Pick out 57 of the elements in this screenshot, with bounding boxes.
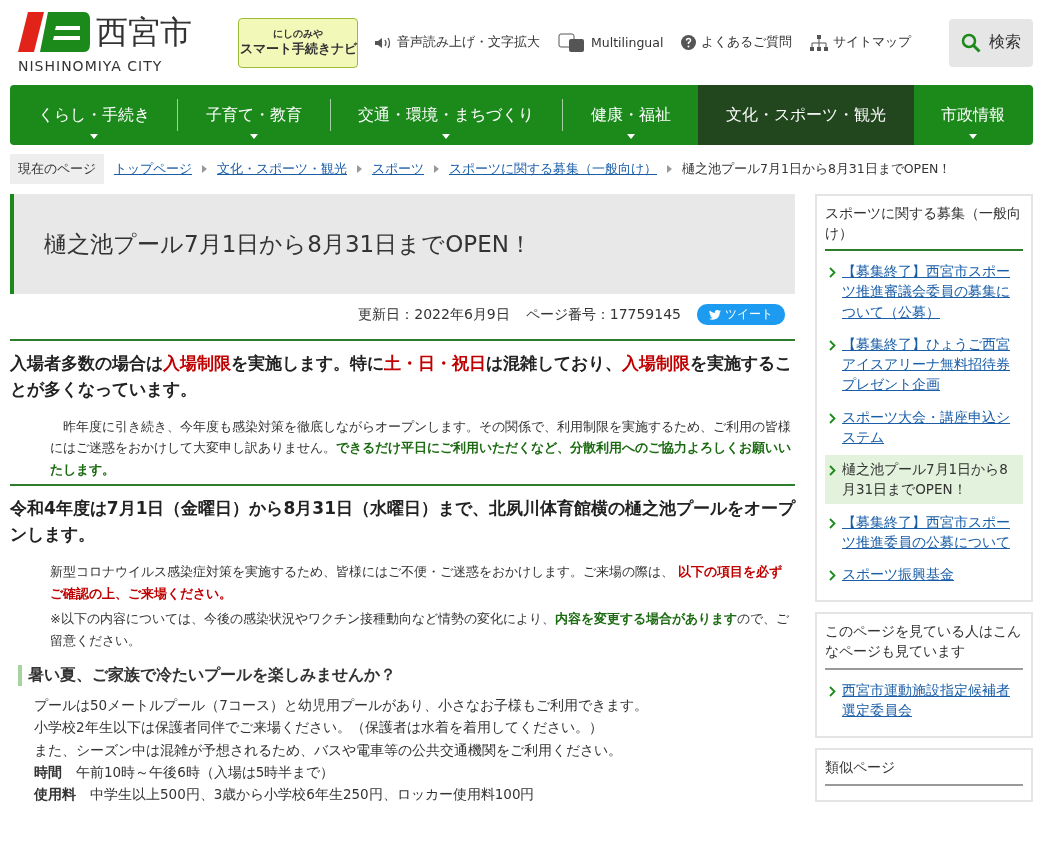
sidebar-panel-title: スポーツに関する募集（一般向け） [825,204,1023,252]
text-line: プールは50メートルプール（7コース）と幼児用プールがあり、小さなお子様もご利用できます。 [33,696,649,716]
chevron-icon [829,412,836,424]
breadcrumb-arrow-icon [434,165,439,173]
page-title: 樋之池プール7月1日から8月31日までOPEN！ [10,194,795,294]
speaker-icon [374,36,392,49]
nav-tab[interactable]: 健康・福祉 [563,85,699,145]
city-name: 西宮市 [96,15,192,48]
text-line: 小学校2年生以下は保護者同伴でご来場ください。（保護者は水着を着用してください。） [33,718,604,738]
chevron-icon [829,685,836,697]
chevron-icon [829,570,836,582]
paragraph: 昨年度に引き続き、今年度も感染対策を徹底しながらオープンします。その関係で、利用制限を実施するため、ご利用の皆様にはご迷惑をおかけして大変申し訳ありません。できるだけ平日にご利用いただくなど、分散利用へのご協力よろしくお願いいたします。 [49,418,792,479]
smart-procedure-navi-banner[interactable]: にしのみや スマート手続きナビ [238,17,358,68]
utility-link[interactable]: サイトマップ [810,34,912,51]
sidebar-panel-title: このページを見ている人はこんなページも見ています [825,622,1023,670]
translate-icon [558,32,586,53]
breadcrumb-link[interactable]: スポーツに関する募集（一般向け） [449,160,657,178]
nav-tab[interactable]: 市政情報 [913,85,1033,145]
section-heading: 入場者多数の場合は入場制限を実施します。特に土・日・祝日は混雑しており、入場制限を実施することが多くなっています。 [10,339,795,402]
sitemap-icon [810,34,829,51]
updated-date: 更新日：2022年6月9日 [358,305,510,324]
nav-tab[interactable]: 文化・スポーツ・観光 [698,85,914,145]
breadcrumb-link[interactable]: スポーツ [372,160,424,178]
info-line: 使用料 中学生以上500円、3歳から小学校6年生250円、ロッカー使用料100円 [33,785,536,805]
section-heading: 令和4年度は7月1日（金曜日）から8月31日（水曜日）まで、北夙川体育館横の樋之池プールをオープンします。 [10,484,795,548]
page-number: ページ番号：17759145 [525,305,681,324]
chevron-icon [829,339,836,351]
info-line: 時間 午前10時～午後6時（入場は5時半まで） [33,762,336,782]
breadcrumb-label: 現在のページ [10,154,104,184]
breadcrumb-arrow-icon [202,165,207,173]
utility-link[interactable]: 音声読み上げ・文字拡大 [374,34,540,51]
sidebar-link[interactable]: 樋之池プール7月1日から8月31日までOPEN！ [825,455,1023,504]
breadcrumb-arrow-icon [357,165,362,173]
breadcrumb-link[interactable]: トップページ [114,160,192,178]
utility-link[interactable]: よくあるご質問 [681,34,793,51]
subsection-heading: 暑い夏、ご家族で冷たいプールを楽しみませんか？ [18,665,795,687]
nav-tab[interactable]: 子育て・教育 [178,85,330,145]
nav-tab[interactable]: くらし・手続き [10,85,178,145]
sidebar-link[interactable]: スポーツ振興基金 [825,560,1023,589]
search-icon [961,32,981,53]
nav-tab[interactable]: 交通・環境・まちづくり [330,85,562,145]
help-icon [681,35,697,50]
paragraph: 新型コロナウイルス感染症対策を実施するため、皆様にはご不便・ご迷惑をおかけします。ご来場の際は、 以下の項目を必ずご確認の上、ご来場ください。 [49,563,784,603]
text-line: また、シーズン中は混雑が予想されるため、バスや電車等の公共交通機関をご利用ください。 [33,740,623,760]
chevron-icon [829,517,836,529]
chevron-icon [829,465,836,477]
city-logo-icon [18,11,90,52]
sidebar-panel-title: 類似ページ [825,758,1023,786]
utility-link[interactable]: Multilingual [558,32,664,53]
city-name-roman: NISHINOMIYA CITY [18,57,164,74]
breadcrumb-current: 樋之池プール7月1日から8月31日までOPEN！ [682,160,952,178]
bird-icon [709,309,721,320]
chevron-icon [829,267,836,279]
breadcrumb-link[interactable]: 文化・スポーツ・観光 [217,160,347,178]
search-button[interactable]: 検索 [949,18,1033,67]
paragraph: ※以下の内容については、今後の感染状況やワクチン接種動向など情勢の変化により、内容を変更する場合がありますので、ご留意ください。 [49,610,790,650]
breadcrumb-arrow-icon [667,165,672,173]
